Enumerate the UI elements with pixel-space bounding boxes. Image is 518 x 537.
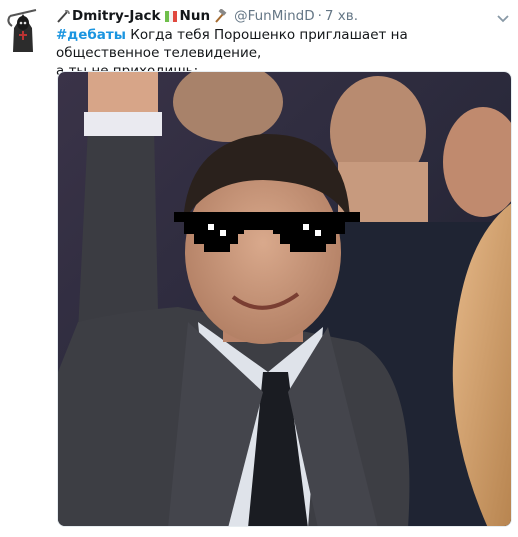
grim-reaper-avatar-icon — [7, 9, 37, 52]
tweet: Dmitry-Jack Nun @FunMindD · 7 хв. #дебат… — [0, 0, 518, 537]
hammer-icon — [213, 9, 227, 23]
display-name-suffix[interactable]: Nun — [180, 8, 211, 24]
user-handle[interactable]: @FunMindD — [234, 8, 315, 24]
separator-dot: · — [317, 8, 322, 24]
scythe-icon — [56, 9, 70, 23]
tweet-photo[interactable] — [57, 71, 512, 527]
chevron-down-icon[interactable] — [496, 9, 510, 23]
display-name[interactable]: Dmitry-Jack — [72, 8, 161, 24]
timestamp[interactable]: 7 хв. — [325, 8, 358, 24]
user-avatar[interactable] — [6, 8, 40, 54]
pepe-icon — [164, 9, 178, 23]
photo-illustration — [58, 72, 511, 526]
hashtag-link[interactable]: #дебаты — [56, 27, 126, 43]
tweet-header: Dmitry-Jack Nun @FunMindD · 7 хв. — [56, 7, 498, 25]
